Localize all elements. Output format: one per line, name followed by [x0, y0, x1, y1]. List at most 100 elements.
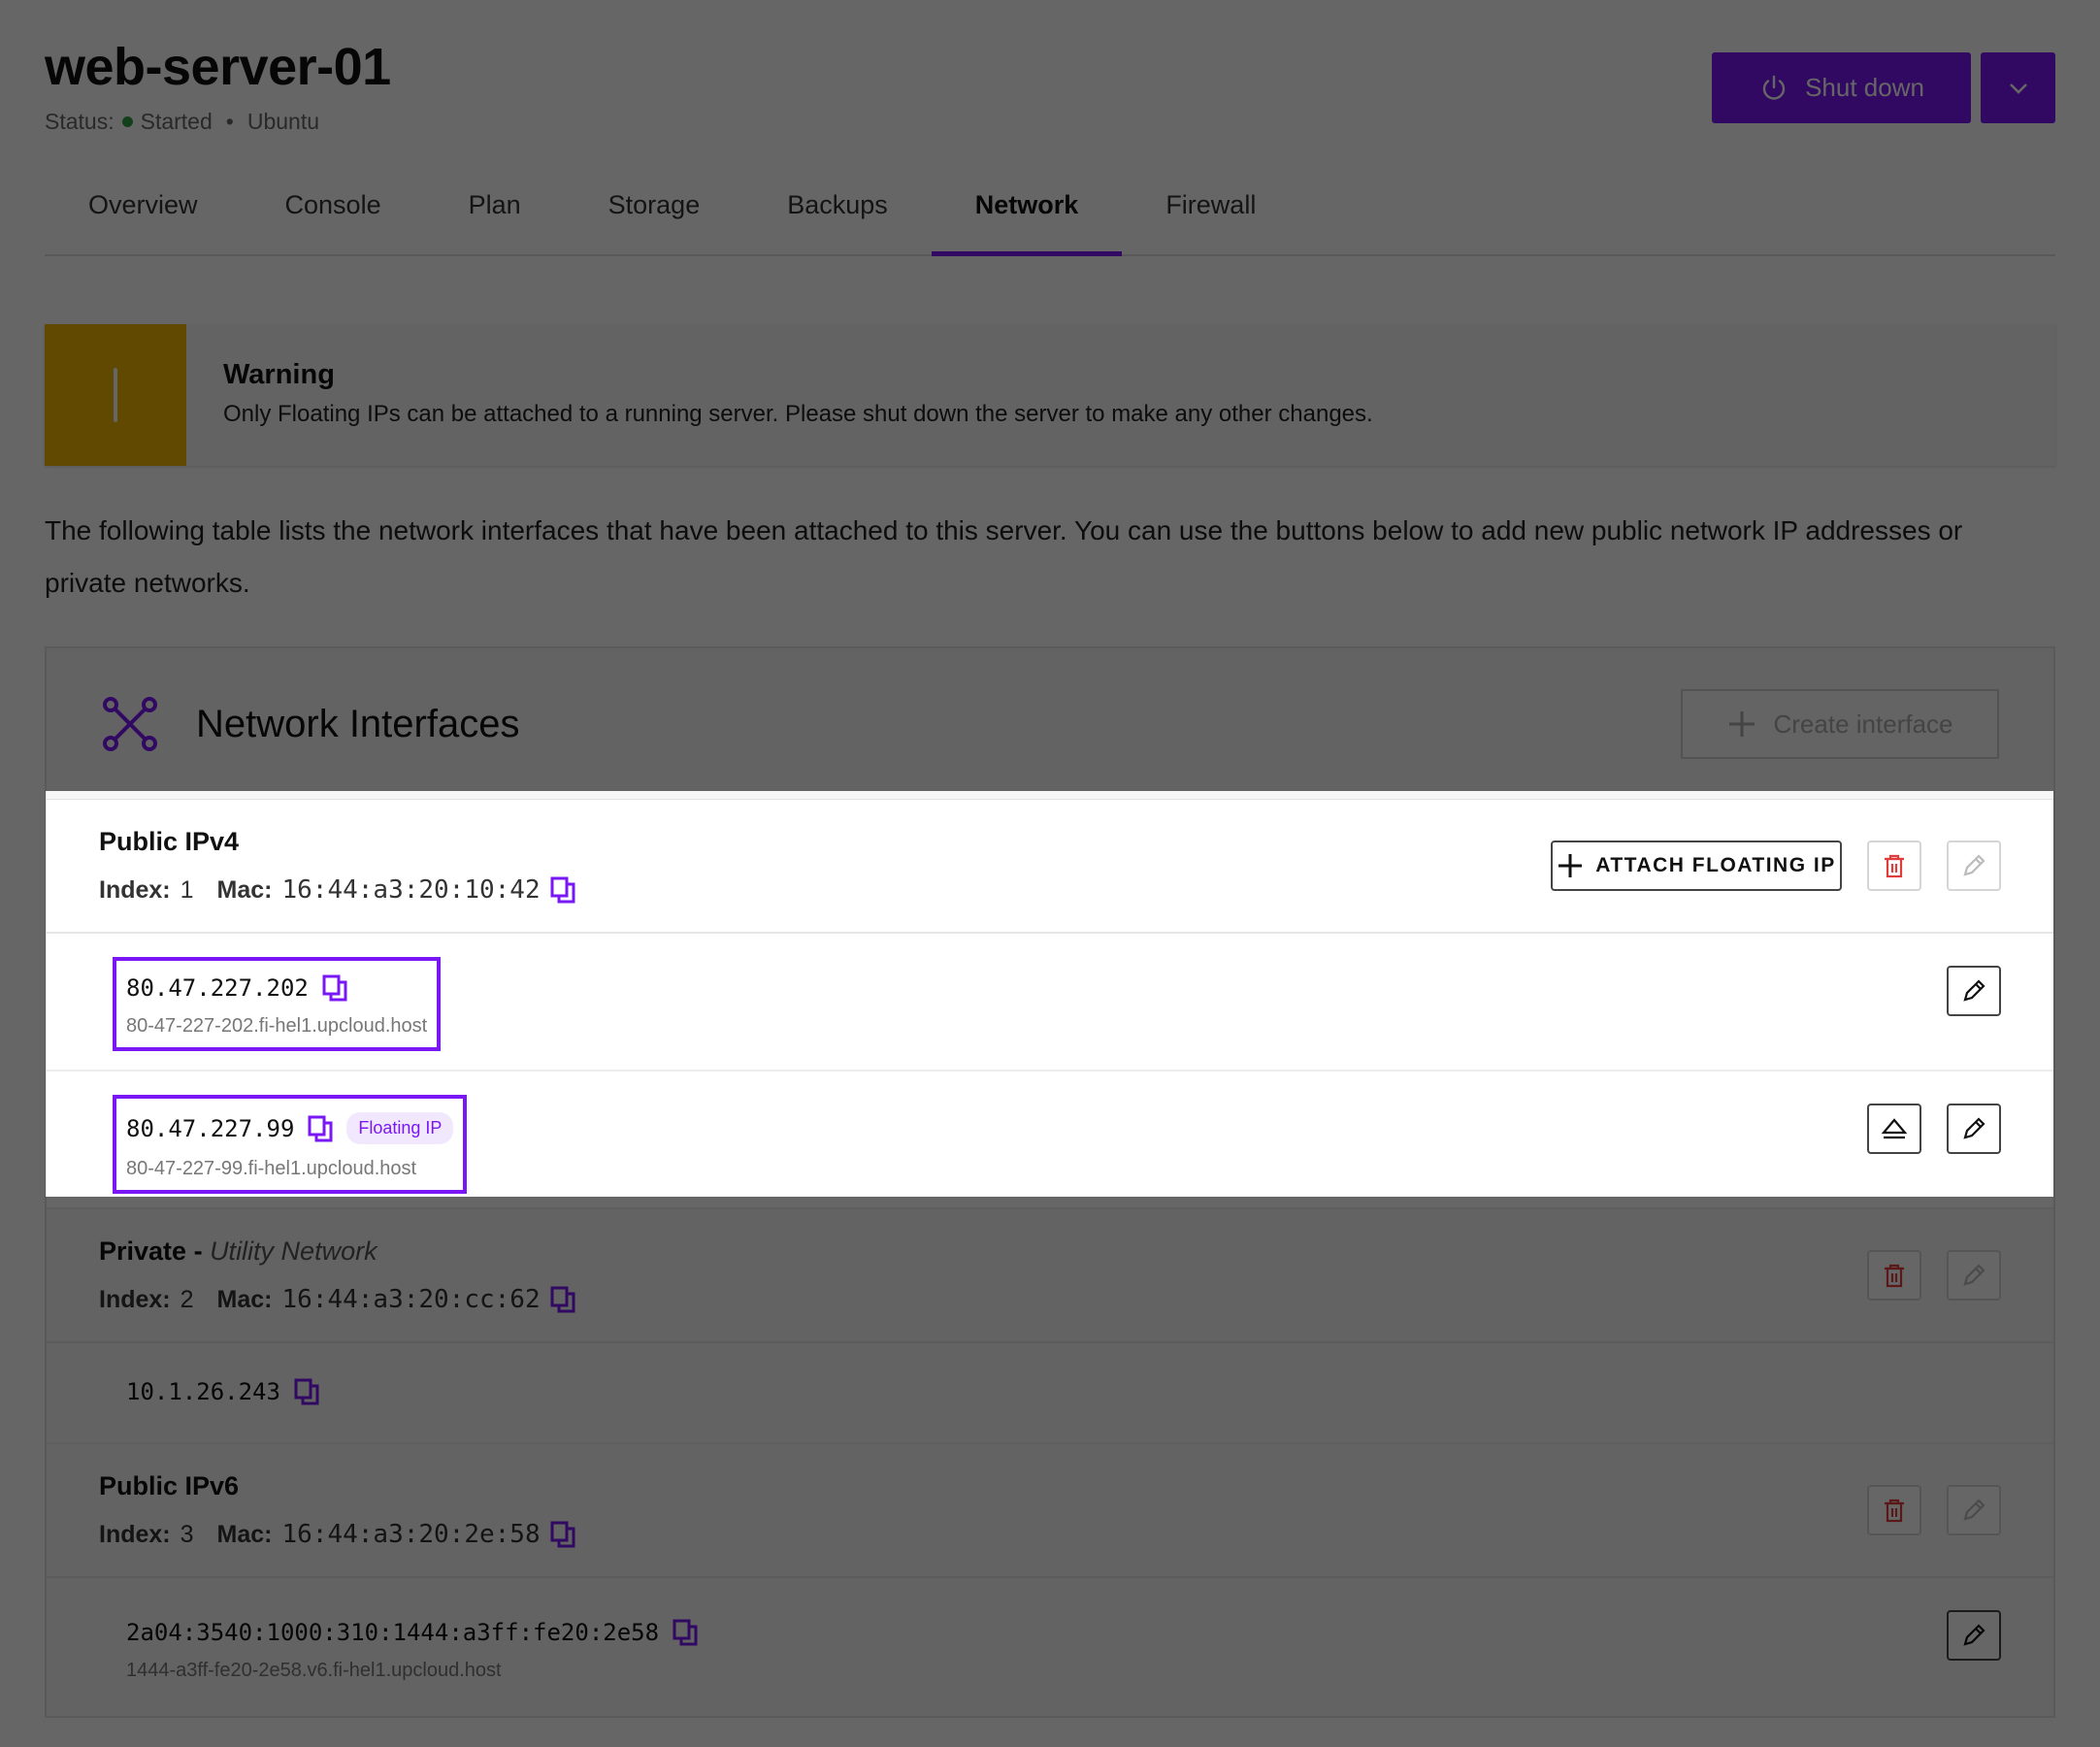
- mac-label: Mac:: [216, 1285, 273, 1313]
- ip-entry: 2a04:3540:1000:310:1444:a3ff:fe20:2e58 1…: [113, 1601, 711, 1696]
- edit-interface-button[interactable]: [1947, 1250, 2001, 1301]
- trash-icon: [1885, 854, 1904, 878]
- interface-name: Private - Utility Network: [99, 1236, 377, 1266]
- eject-icon: [1881, 1118, 1908, 1139]
- mac-value: 16:44:a3:20:2e:58: [281, 1520, 541, 1549]
- tab-plan[interactable]: Plan: [425, 155, 565, 254]
- copy-icon[interactable]: [294, 1378, 319, 1405]
- more-actions-button[interactable]: [1981, 52, 2055, 123]
- intro-text: The following table lists the network in…: [45, 515, 1963, 598]
- warning-title: Warning: [223, 359, 335, 390]
- plus-icon: [1728, 711, 1755, 737]
- trash-icon: [1885, 1499, 1904, 1523]
- interface-meta: Index: 2 Mac: 16:44:a3:20:cc:62: [99, 1285, 575, 1314]
- index-value: 1: [180, 875, 194, 904]
- copy-icon[interactable]: [322, 974, 347, 1002]
- copy-icon[interactable]: [673, 1619, 698, 1646]
- status-label: Status:: [45, 109, 115, 134]
- pencil-icon: [1963, 1264, 1985, 1286]
- edit-ip-button[interactable]: [1947, 1104, 2001, 1154]
- network-icon: [103, 697, 157, 751]
- pencil-icon: [1963, 1499, 1985, 1521]
- interface-meta: Index: 3 Mac: 16:44:a3:20:2e:58: [99, 1520, 575, 1549]
- detach-floating-ip-button[interactable]: [1867, 1104, 1921, 1154]
- card-title: Network Interfaces: [196, 703, 520, 745]
- ip-address: 80.47.227.99: [126, 1114, 295, 1142]
- copy-icon[interactable]: [550, 1286, 575, 1313]
- pencil-icon: [1963, 1117, 1985, 1139]
- mac-label: Mac:: [216, 875, 273, 904]
- copy-icon[interactable]: [550, 1521, 575, 1548]
- edit-ip-button[interactable]: [1947, 966, 2001, 1016]
- pencil-icon: [1963, 1624, 1985, 1646]
- index-label: Index:: [99, 1520, 171, 1548]
- ip-hostname: 1444-a3ff-fe20-2e58.v6.fi-hel1.upcloud.h…: [126, 1660, 502, 1681]
- pencil-icon: [1963, 979, 1985, 1002]
- ip-row: 10.1.26.243: [47, 1343, 2053, 1444]
- interface-private: Private - Utility Network Index: 2 Mac: …: [47, 1209, 2053, 1343]
- warning-banner: Warning Only Floating IPs can be attache…: [45, 324, 2055, 466]
- ip-entry: 80.47.227.99 Floating IP 80-47-227-99.fi…: [113, 1095, 468, 1194]
- tab-console[interactable]: Console: [242, 155, 425, 254]
- tab-bar: Overview Console Plan Storage Backups Ne…: [45, 155, 2055, 256]
- os-name: Ubuntu: [246, 109, 319, 134]
- ip-row: 80.47.227.99 Floating IP 80-47-227-99.fi…: [47, 1071, 2053, 1209]
- network-interfaces-card: Network Interfaces Create interface Publ…: [45, 646, 2055, 1718]
- ip-row: 80.47.227.202 80-47-227-202.fi-hel1.upcl…: [47, 934, 2053, 1071]
- server-header: web-server-01 Status: Started • Ubuntu S…: [45, 0, 2055, 155]
- tab-storage[interactable]: Storage: [565, 155, 744, 254]
- ip-row: 2a04:3540:1000:310:1444:a3ff:fe20:2e58 1…: [47, 1578, 2053, 1716]
- power-icon: [1762, 75, 1786, 100]
- index-label: Index:: [99, 1285, 171, 1313]
- warning-icon: [45, 324, 186, 466]
- ip-address: 10.1.26.243: [126, 1378, 280, 1405]
- chevron-down-icon: [2009, 82, 2027, 94]
- mac-value: 16:44:a3:20:cc:62: [281, 1285, 541, 1314]
- meta-separator: •: [225, 109, 234, 134]
- shutdown-label: Shut down: [1805, 73, 1924, 102]
- mac-label: Mac:: [216, 1520, 273, 1548]
- plus-icon: [1559, 854, 1583, 877]
- create-interface-label: Create interface: [1773, 709, 1953, 739]
- warning-text: Only Floating IPs can be attached to a r…: [223, 401, 1373, 427]
- shutdown-button[interactable]: Shut down: [1712, 52, 1971, 123]
- attach-floating-ip-label: ATTACH FLOATING IP: [1595, 854, 1836, 876]
- trash-icon: [1885, 1264, 1904, 1288]
- interface-public-ipv4: Public IPv4 Index: 1 Mac: 16:44:a3:20:10…: [47, 800, 2053, 934]
- tab-overview[interactable]: Overview: [45, 155, 242, 254]
- ip-address: 2a04:3540:1000:310:1444:a3ff:fe20:2e58: [126, 1619, 660, 1646]
- server-status: Status: Started • Ubuntu: [45, 109, 319, 135]
- pencil-icon: [1963, 854, 1985, 876]
- mac-value: 16:44:a3:20:10:42: [281, 875, 541, 905]
- ip-entry: 80.47.227.202 80-47-227-202.fi-hel1.upcl…: [113, 957, 442, 1051]
- edit-interface-button[interactable]: [1947, 1485, 2001, 1535]
- index-value: 2: [180, 1285, 194, 1313]
- status-value: Started: [140, 109, 213, 134]
- page-title: web-server-01: [45, 38, 391, 96]
- index-value: 3: [180, 1520, 194, 1548]
- copy-icon[interactable]: [308, 1115, 333, 1142]
- delete-interface-button[interactable]: [1867, 841, 1921, 891]
- floating-ip-badge: Floating IP: [346, 1112, 454, 1144]
- delete-interface-button[interactable]: [1867, 1250, 1921, 1301]
- ip-hostname: 80-47-227-99.fi-hel1.upcloud.host: [126, 1158, 417, 1179]
- ip-entry: 10.1.26.243: [113, 1361, 333, 1419]
- tab-network[interactable]: Network: [931, 155, 1123, 256]
- attach-floating-ip-button[interactable]: ATTACH FLOATING IP: [1551, 841, 1842, 891]
- ip-address: 80.47.227.202: [126, 974, 309, 1002]
- card-header: Network Interfaces Create interface: [47, 648, 2053, 800]
- interface-name: Public IPv4: [99, 827, 240, 856]
- interface-public-ipv6: Public IPv6 Index: 3 Mac: 16:44:a3:20:2e…: [47, 1444, 2053, 1578]
- tab-backups[interactable]: Backups: [743, 155, 932, 254]
- status-dot-icon: [121, 116, 133, 127]
- copy-icon[interactable]: [550, 876, 575, 904]
- delete-interface-button[interactable]: [1867, 1485, 1921, 1535]
- tab-firewall[interactable]: Firewall: [1122, 155, 1299, 254]
- page: web-server-01 Status: Started • Ubuntu S…: [0, 0, 2100, 1747]
- edit-ip-button[interactable]: [1947, 1610, 2001, 1661]
- interface-meta: Index: 1 Mac: 16:44:a3:20:10:42: [99, 875, 575, 905]
- create-interface-button[interactable]: Create interface: [1681, 689, 1999, 759]
- network-name: Utility Network: [210, 1236, 377, 1266]
- edit-interface-button[interactable]: [1947, 841, 2001, 891]
- ip-hostname: 80-47-227-202.fi-hel1.upcloud.host: [126, 1015, 428, 1037]
